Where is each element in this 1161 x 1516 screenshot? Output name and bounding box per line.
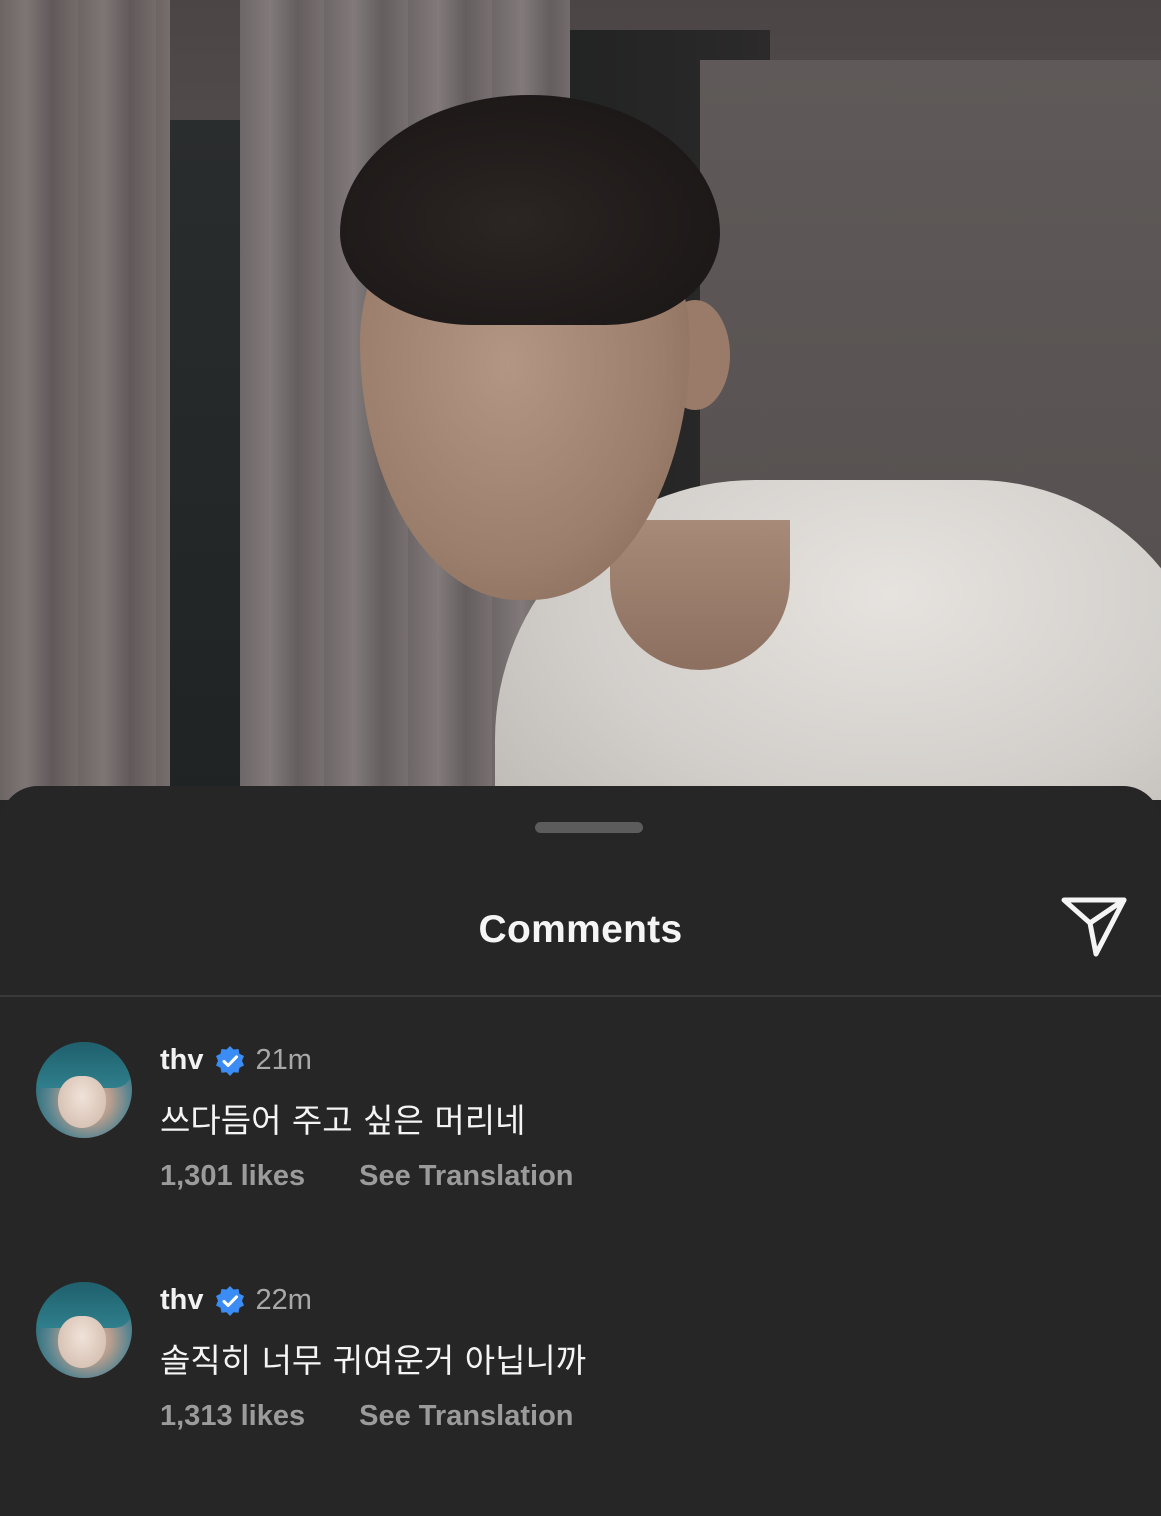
likes-count[interactable]: 1,313 likes — [160, 1400, 305, 1433]
comment-item: thv 22m 솔직히 너무 귀여운거 아닙니까 1,313 likes See… — [0, 1282, 1161, 1452]
comment-header: thv 22m — [160, 1284, 312, 1317]
comment-time: 21m — [255, 1044, 312, 1076]
screen: Comments thv 21m 쓰다듬어 주고 싶은 머리네 1,301 li… — [0, 0, 1161, 1516]
comments-sheet: Comments thv 21m 쓰다듬어 주고 싶은 머리네 1,301 li… — [0, 786, 1161, 1516]
username[interactable]: thv — [160, 1044, 204, 1077]
comment-text: 쓰다듬어 주고 싶은 머리네 — [160, 1101, 526, 1140]
avatar[interactable] — [36, 1042, 132, 1138]
comment-item: thv 21m 쓰다듬어 주고 싶은 머리네 1,301 likes See T… — [0, 1042, 1161, 1212]
avatar[interactable] — [36, 1282, 132, 1378]
comment-text: 솔직히 너무 귀여운거 아닙니까 — [160, 1341, 587, 1380]
see-translation-link[interactable]: See Translation — [359, 1160, 573, 1193]
verified-badge-icon — [214, 1045, 246, 1077]
video-frame[interactable] — [0, 0, 1161, 800]
comment-meta: 1,313 likes See Translation — [160, 1400, 574, 1433]
avatar-face — [58, 1076, 106, 1128]
share-button[interactable] — [1056, 894, 1132, 960]
avatar-face — [58, 1316, 106, 1368]
username[interactable]: thv — [160, 1284, 204, 1317]
sheet-title: Comments — [478, 908, 683, 951]
comment-meta: 1,301 likes See Translation — [160, 1160, 574, 1193]
sheet-divider — [0, 995, 1161, 997]
paper-plane-icon — [1061, 897, 1127, 957]
comment-time: 22m — [255, 1284, 312, 1316]
see-translation-link[interactable]: See Translation — [359, 1400, 573, 1433]
sheet-grabber[interactable] — [535, 822, 643, 833]
verified-badge-icon — [214, 1285, 246, 1317]
likes-count[interactable]: 1,301 likes — [160, 1160, 305, 1193]
comment-header: thv 21m — [160, 1044, 312, 1077]
curtain-left — [0, 0, 170, 800]
